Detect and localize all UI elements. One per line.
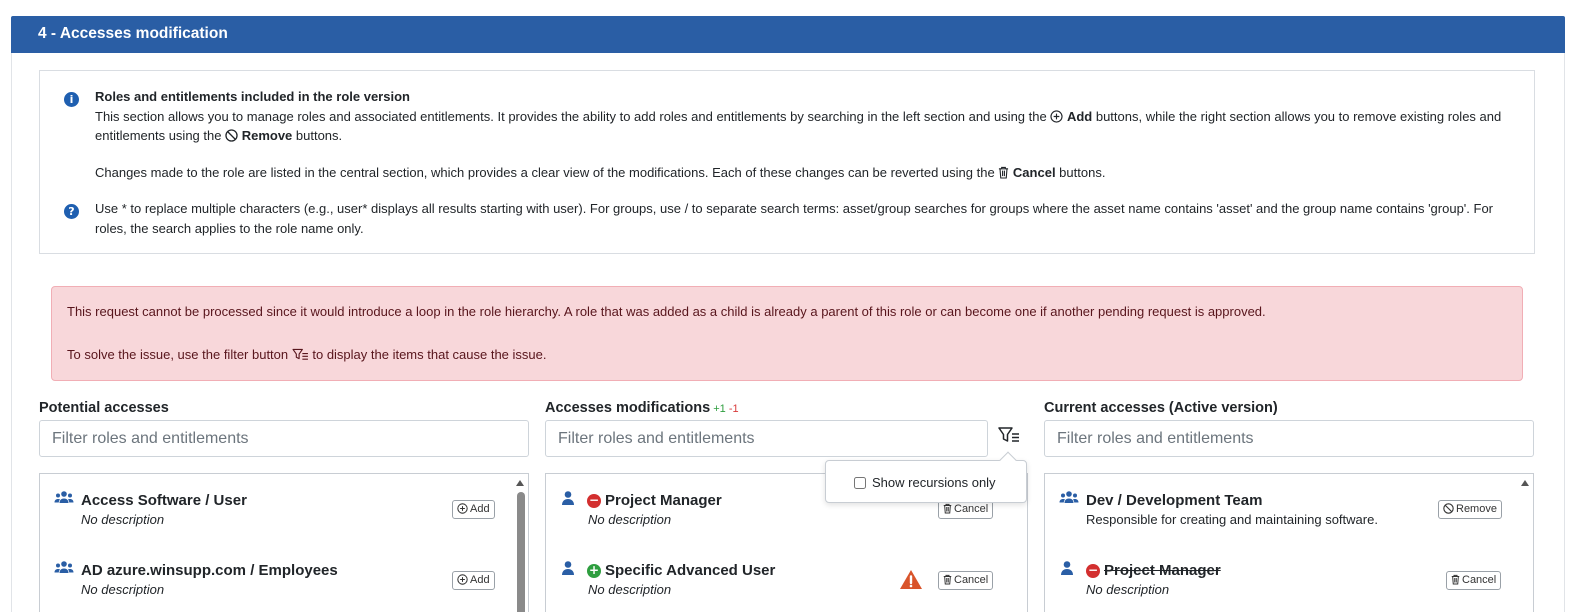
current-filter-input[interactable] <box>1044 420 1534 457</box>
item-description: No description <box>588 582 672 597</box>
scroll-up-arrow[interactable] <box>516 480 524 486</box>
alert-text-before: To solve the issue, use the filter butto… <box>67 347 292 362</box>
trash-icon <box>1451 574 1460 585</box>
list-item: + Specific Advanced User No description C… <box>546 544 1027 604</box>
item-description: No description <box>588 512 672 527</box>
item-name-text: Project Manager <box>605 492 722 509</box>
info-text-5: buttons. <box>1055 165 1106 180</box>
item-name: + Specific Advanced User <box>587 562 775 579</box>
cancel-button[interactable]: Cancel <box>1446 571 1502 590</box>
alert-text-after: to display the items that cause the issu… <box>308 347 547 362</box>
plus-circle-icon <box>1050 109 1063 123</box>
group-icon <box>54 491 74 503</box>
show-recursions-label[interactable]: Show recursions only <box>872 475 996 490</box>
scrollbar[interactable] <box>1518 474 1533 612</box>
cancel-button-label: Cancel <box>954 503 989 515</box>
user-icon <box>562 561 574 575</box>
added-badge-icon: + <box>587 563 601 578</box>
info-description: Roles and entitlements included in the r… <box>95 87 1515 146</box>
error-alert: This request cannot be processed since i… <box>51 286 1523 381</box>
accesses-modifications-title: Accesses modifications +1 -1 <box>545 400 739 416</box>
ban-icon <box>1443 503 1454 514</box>
list-item: − Project Manager No description Cancel <box>1045 544 1533 604</box>
item-description: Responsible for creating and maintaining… <box>1086 512 1378 527</box>
alert-line-2: To solve the issue, use the filter butto… <box>67 347 547 362</box>
recursion-filter-button[interactable] <box>998 426 1022 446</box>
cancel-button-label: Cancel <box>954 574 989 586</box>
modifications-filter-input[interactable] <box>545 420 988 457</box>
question-icon: ? <box>64 204 79 219</box>
group-icon <box>54 561 74 573</box>
info-text-3: buttons. <box>292 128 343 143</box>
user-icon <box>562 491 574 505</box>
cancel-button[interactable]: Cancel <box>938 571 994 590</box>
list-item: Dev / Development Team Responsible for c… <box>1045 474 1533 534</box>
potential-accesses-list: Access Software / User No description Ad… <box>39 473 529 612</box>
info-title: Roles and entitlements included in the r… <box>95 89 410 104</box>
plus-circle-icon <box>457 503 468 514</box>
plus-circle-icon <box>457 574 468 585</box>
potential-accesses-title: Potential accesses <box>39 400 169 416</box>
info-box: i Roles and entitlements included in the… <box>39 70 1535 254</box>
scroll-thumb[interactable] <box>517 492 525 612</box>
removed-badge-icon: − <box>587 493 601 508</box>
trash-icon <box>943 503 952 514</box>
section-title: 4 - Accesses modification <box>38 25 228 42</box>
add-button[interactable]: Add <box>452 571 495 590</box>
item-description: No description <box>81 582 165 597</box>
item-name: − Project Manager <box>587 492 722 509</box>
cancel-button-label: Cancel <box>1462 574 1497 586</box>
search-help: Use * to replace multiple characters (e.… <box>95 201 1494 236</box>
remove-button[interactable]: Remove <box>1438 500 1502 519</box>
info-add-label: Add <box>1066 108 1093 124</box>
item-name: Access Software / User <box>81 492 247 509</box>
current-accesses-title: Current accesses (Active version) <box>1044 400 1278 416</box>
item-description: No description <box>81 512 165 527</box>
current-accesses-list: Dev / Development Team Responsible for c… <box>1044 473 1534 612</box>
info-changes: Changes made to the role are listed in t… <box>95 163 1515 183</box>
show-recursions-checkbox[interactable] <box>854 477 866 489</box>
item-description: No description <box>1086 582 1170 597</box>
trash-icon <box>943 574 952 585</box>
info-cancel-label: Cancel <box>1012 165 1056 180</box>
alert-line-1: This request cannot be processed since i… <box>67 304 1266 319</box>
ban-icon <box>225 129 238 142</box>
info-text-1: This section allows you to manage roles … <box>95 108 1051 124</box>
warning-icon[interactable] <box>899 569 923 590</box>
filter-list-icon <box>998 427 1019 442</box>
remove-button-label: Remove <box>1456 503 1497 515</box>
add-button[interactable]: Add <box>452 500 495 519</box>
filter-list-icon <box>292 348 308 360</box>
item-name-text: Specific Advanced User <box>605 562 776 579</box>
info-remove-label: Remove <box>241 128 293 143</box>
section-header: 4 - Accesses modification <box>11 16 1565 53</box>
item-name: Dev / Development Team <box>1086 492 1263 509</box>
removed-count: -1 <box>728 403 739 415</box>
scrollbar[interactable] <box>513 474 528 612</box>
trash-icon <box>999 166 1009 179</box>
potential-filter-input[interactable] <box>39 420 529 457</box>
scroll-up-arrow[interactable] <box>1521 480 1529 486</box>
added-count: +1 <box>713 403 726 415</box>
add-button-label: Add <box>470 503 490 515</box>
recursion-filter-dropdown: Show recursions only <box>825 451 1027 503</box>
info-icon: i <box>64 92 79 107</box>
list-item: Access Software / User No description Ad… <box>40 474 528 534</box>
group-icon <box>1059 491 1079 503</box>
item-name: − Project Manager <box>1086 562 1221 579</box>
modifications-title-text: Accesses modifications <box>545 400 711 416</box>
info-text-4: Changes made to the role are listed in t… <box>95 165 999 180</box>
item-name-text: Project Manager <box>1104 562 1221 579</box>
item-name: AD azure.winsupp.com / Employees <box>81 562 338 579</box>
add-button-label: Add <box>470 574 490 586</box>
removed-badge-icon: − <box>1086 563 1100 578</box>
user-icon <box>1061 561 1073 575</box>
list-item: AD azure.winsupp.com / Employees No desc… <box>40 544 528 604</box>
